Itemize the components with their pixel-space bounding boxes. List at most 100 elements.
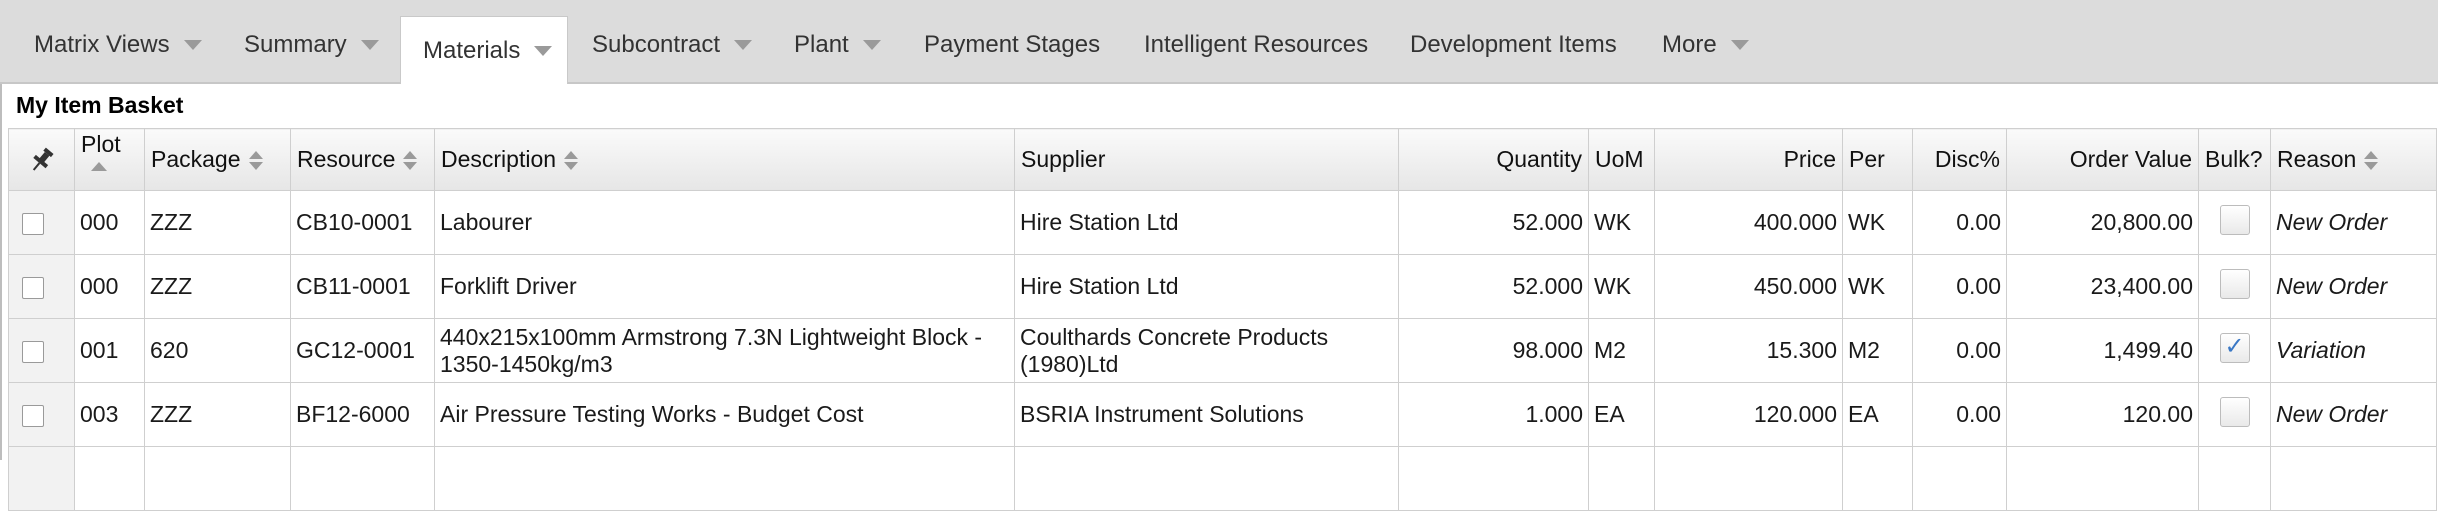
tab-matrix-views[interactable]: Matrix Views [12,16,224,74]
cell-price[interactable]: 15.300 [1654,318,1843,383]
tab-label: Development Items [1410,31,1617,58]
cell-quantity[interactable]: 52.000 [1398,190,1589,255]
cell-price[interactable]: 400.000 [1654,190,1843,255]
row-select-cell[interactable] [8,318,75,383]
cell-price[interactable]: 120.000 [1654,382,1843,447]
row-checkbox[interactable] [22,340,44,363]
empty-cell [290,446,435,511]
cell-plot: 001 [74,318,145,383]
cell-reason[interactable]: New Order [2270,382,2437,447]
column-header-description[interactable]: Description [434,128,1015,191]
table-row[interactable]: 000 ZZZ CB10-0001 Labourer Hire Station … [8,190,2437,255]
cell-reason[interactable]: New Order [2270,254,2437,319]
bulk-checkbox[interactable] [2219,396,2250,427]
row-select-cell[interactable] [8,254,75,319]
tab-bar: Matrix Views Summary Materials Subcontra… [0,0,2438,84]
empty-cell [2198,446,2271,511]
cell-per: WK [1842,254,1913,319]
cell-quantity[interactable]: 1.000 [1398,382,1589,447]
cell-order-value: 23,400.00 [2006,254,2199,319]
tab-more[interactable]: More [1640,16,1771,74]
tab-label: Subcontract [592,31,721,58]
column-header-per[interactable]: Per [1842,128,1913,191]
column-label: Description [441,146,557,172]
empty-cell [1588,446,1655,511]
empty-cell [1014,446,1399,511]
cell-uom: WK [1588,190,1655,255]
cell-resource: BF12-6000 [290,382,435,447]
cell-description: Forklift Driver [434,254,1015,319]
chevron-down-icon [183,40,202,50]
bulk-checkbox[interactable] [2219,204,2250,235]
cell-supplier: Hire Station Ltd [1014,190,1399,255]
cell-quantity[interactable]: 98.000 [1398,318,1589,383]
cell-description: Labourer [434,190,1015,255]
table-row-partial [8,446,2437,511]
row-checkbox[interactable] [22,404,44,427]
header-row: Plot Package Resource Description Suppli… [8,128,2437,191]
row-select-cell[interactable] [8,382,75,447]
cell-description: 440x215x100mm Armstrong 7.3N Lightweight… [434,318,1015,383]
column-header-bulk[interactable]: Bulk? [2198,128,2271,191]
column-header-disc[interactable]: Disc% [1912,128,2007,191]
row-checkbox[interactable] [22,212,44,235]
column-header-order-value[interactable]: Order Value [2006,128,2199,191]
cell-price[interactable]: 450.000 [1654,254,1843,319]
bulk-checkbox-checked[interactable] [2219,332,2250,363]
tab-plant[interactable]: Plant [772,16,903,74]
empty-cell [1398,446,1589,511]
row-checkbox[interactable] [22,276,44,299]
empty-cell [144,446,291,511]
column-label: Disc% [1934,146,2000,172]
column-label: Supplier [1021,146,1106,172]
cell-description: Air Pressure Testing Works - Budget Cost [434,382,1015,447]
tab-materials[interactable]: Materials [400,16,568,84]
cell-uom: WK [1588,254,1655,319]
column-header-uom[interactable]: UoM [1588,128,1655,191]
tab-summary[interactable]: Summary [222,16,401,74]
tab-label: Summary [244,31,347,58]
cell-per: EA [1842,382,1913,447]
tab-intelligent-resources[interactable]: Intelligent Resources [1122,16,1390,74]
column-header-quantity[interactable]: Quantity [1398,128,1589,191]
column-header-package[interactable]: Package [144,128,291,191]
cell-disc[interactable]: 0.00 [1912,190,2007,255]
basket-title: My Item Basket [16,92,184,118]
cell-disc[interactable]: 0.00 [1912,318,2007,383]
empty-cell [74,446,145,511]
empty-cell [1842,446,1913,511]
column-header-supplier[interactable]: Supplier [1014,128,1399,191]
row-select-cell[interactable] [8,190,75,255]
table-row[interactable]: 000 ZZZ CB11-0001 Forklift Driver Hire S… [8,254,2437,319]
bulk-checkbox[interactable] [2219,268,2250,299]
tab-development-items[interactable]: Development Items [1388,16,1639,74]
cell-bulk [2198,190,2271,255]
cell-quantity[interactable]: 52.000 [1398,254,1589,319]
sort-arrows-icon [2364,151,2379,171]
sort-ascending-icon [91,162,107,171]
column-label: Bulk? [2205,146,2263,172]
cell-reason[interactable]: Variation [2270,318,2437,383]
tab-label: Intelligent Resources [1144,31,1369,58]
empty-cell [1654,446,1843,511]
cell-disc[interactable]: 0.00 [1912,254,2007,319]
column-label: Order Value [2069,146,2192,172]
table-row[interactable]: 001 620 GC12-0001 440x215x100mm Armstron… [8,318,2437,383]
tab-payment-stages[interactable]: Payment Stages [902,16,1122,74]
table-row[interactable]: 003 ZZZ BF12-6000 Air Pressure Testing W… [8,382,2437,447]
column-header-price[interactable]: Price [1654,128,1843,191]
cell-package: ZZZ [144,254,291,319]
column-label: Package [151,146,241,172]
column-label: Resource [297,146,396,172]
cell-plot: 003 [74,382,145,447]
chevron-down-icon [1730,40,1749,50]
column-label: Plot [81,131,121,157]
column-header-plot[interactable]: Plot [74,128,145,191]
tab-subcontract[interactable]: Subcontract [570,16,774,74]
cell-reason[interactable]: New Order [2270,190,2437,255]
cell-bulk [2198,318,2271,383]
cell-disc[interactable]: 0.00 [1912,382,2007,447]
column-header-resource[interactable]: Resource [290,128,435,191]
pin-column-header[interactable] [8,128,75,191]
column-header-reason[interactable]: Reason [2270,128,2437,191]
